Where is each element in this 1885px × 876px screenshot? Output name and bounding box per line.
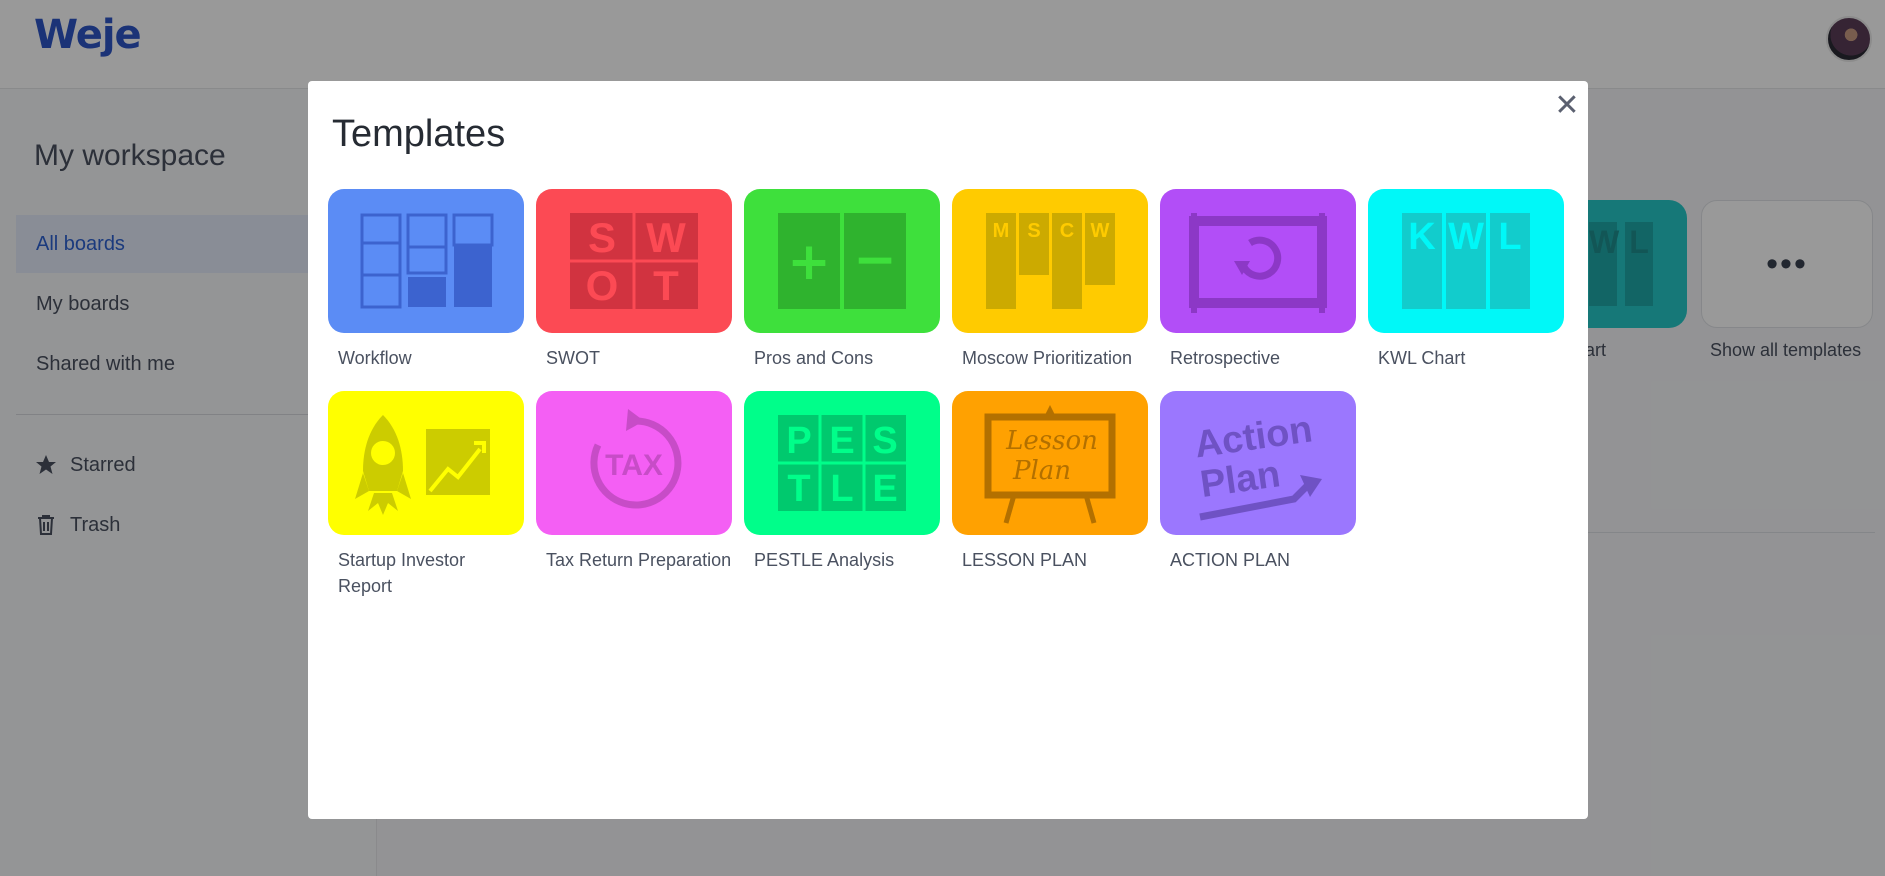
rocket-growth-icon bbox=[328, 391, 524, 535]
plan-text: Plan bbox=[1012, 456, 1071, 486]
easel-board-icon: Lesson Plan bbox=[952, 391, 1148, 535]
tax-icon: TAX bbox=[536, 391, 732, 535]
template-label: Startup Investor Report bbox=[338, 550, 466, 596]
moscow-letter: M bbox=[993, 220, 1010, 242]
modal-title: Templates bbox=[332, 113, 506, 155]
moscow-letter: W bbox=[1091, 220, 1110, 242]
template-label: KWL Chart bbox=[1378, 348, 1466, 368]
template-label: Tax Return Preparation bbox=[546, 550, 732, 570]
pestle-letter: E bbox=[829, 420, 854, 462]
template-workflow[interactable]: Workflow bbox=[328, 189, 524, 371]
template-pros-and-cons[interactable]: + − Pros and Cons bbox=[744, 189, 940, 371]
template-label: Pros and Cons bbox=[754, 348, 874, 368]
template-label: Workflow bbox=[338, 348, 412, 368]
kwl-chart-icon: K W L bbox=[1368, 189, 1564, 333]
swot-letter: T bbox=[653, 262, 679, 309]
pestle-letter: E bbox=[872, 468, 897, 510]
template-label: LESSON PLAN bbox=[962, 550, 1088, 570]
tax-text: TAX bbox=[605, 449, 663, 482]
kwl-letter: L bbox=[1498, 216, 1521, 258]
retrospective-icon bbox=[1160, 189, 1356, 333]
template-label: Retrospective bbox=[1170, 348, 1281, 368]
template-label: Moscow Prioritization bbox=[962, 348, 1133, 368]
template-swot[interactable]: S W O T SWOT bbox=[536, 189, 732, 371]
swot-letter: W bbox=[646, 214, 686, 261]
template-label: ACTION PLAN bbox=[1170, 550, 1291, 570]
pestle-letter: S bbox=[872, 420, 897, 462]
moscow-letter: C bbox=[1060, 220, 1074, 242]
template-label: SWOT bbox=[546, 348, 600, 368]
template-startup-investor-report[interactable]: Startup Investor Report bbox=[328, 391, 524, 599]
swot-letter: S bbox=[588, 214, 616, 261]
plus-sign: + bbox=[787, 232, 831, 292]
kwl-letter: W bbox=[1448, 216, 1484, 258]
templates-modal: Templates ✕ Workflow S W O T SWOT + − Pr… bbox=[308, 81, 1588, 819]
workflow-icon bbox=[328, 189, 524, 333]
pestle-letter: T bbox=[787, 468, 810, 510]
template-pestle-analysis[interactable]: P E S T L E PESTLE Analysis bbox=[744, 391, 940, 573]
template-retrospective[interactable]: Retrospective bbox=[1160, 189, 1356, 371]
moscow-icon: M S C W bbox=[952, 189, 1148, 333]
pestle-letter: L bbox=[830, 468, 853, 510]
pestle-letter: P bbox=[786, 420, 811, 462]
swot-icon: S W O T bbox=[536, 189, 732, 333]
template-action-plan[interactable]: Action Plan ACTION PLAN bbox=[1160, 391, 1356, 573]
action-plan-icon: Action Plan bbox=[1160, 391, 1356, 535]
template-kwl-chart[interactable]: K W L KWL Chart bbox=[1368, 189, 1564, 371]
template-tax-return-preparation[interactable]: TAX Tax Return Preparation bbox=[536, 391, 732, 573]
template-lesson-plan[interactable]: Lesson Plan LESSON PLAN bbox=[952, 391, 1148, 573]
lesson-text: Lesson bbox=[1005, 426, 1098, 456]
pros-and-cons-icon: + − bbox=[744, 189, 940, 333]
moscow-letter: S bbox=[1027, 220, 1040, 242]
template-moscow-prioritization[interactable]: M S C W Moscow Prioritization bbox=[952, 189, 1148, 371]
template-label: PESTLE Analysis bbox=[754, 550, 895, 570]
minus-sign: − bbox=[853, 230, 897, 290]
close-button[interactable]: ✕ bbox=[1552, 91, 1582, 121]
kwl-letter: K bbox=[1408, 216, 1436, 258]
swot-letter: O bbox=[586, 262, 619, 309]
pestle-icon: P E S T L E bbox=[744, 391, 940, 535]
